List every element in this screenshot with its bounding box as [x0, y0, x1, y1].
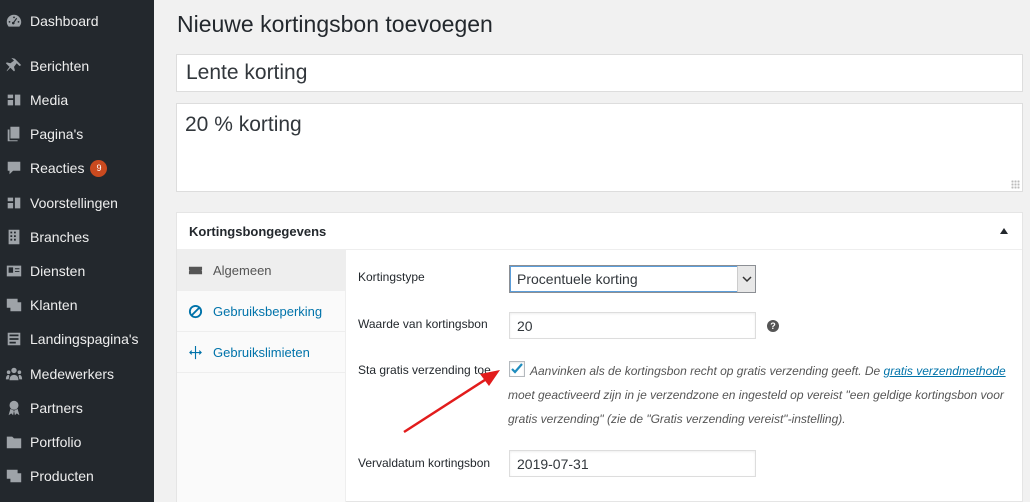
- discount-type-select[interactable]: Procentuele korting: [509, 265, 756, 293]
- help-icon[interactable]: ?: [767, 320, 779, 332]
- sidebar-item-label: Reacties: [30, 160, 85, 176]
- pages-icon: [4, 124, 24, 144]
- sidebar-item-paginas[interactable]: Pagina's: [0, 117, 154, 151]
- media-icon: [4, 193, 24, 213]
- sidebar-item-partners[interactable]: Partners: [0, 391, 154, 425]
- coupon-description-text: 20 % korting: [185, 113, 302, 136]
- sidebar-item-label: Medewerkers: [30, 366, 115, 382]
- sidebar-item-berichten[interactable]: Berichten: [0, 49, 154, 83]
- comment-count-badge: 9: [90, 159, 108, 177]
- admin-sidebar: Dashboard Berichten Media Pagina's React…: [0, 0, 154, 502]
- coupon-data-panel: Kortingsbongegevens Algemeen Gebruiksbep…: [176, 212, 1023, 502]
- sidebar-item-dashboard[interactable]: Dashboard: [0, 4, 154, 38]
- free-shipping-label: Sta gratis verzending toe: [358, 363, 491, 377]
- tab-label: Gebruiksbeperking: [213, 303, 323, 319]
- sidebar-item-label: Producten: [30, 468, 94, 484]
- sidebar-item-label: Diensten: [30, 263, 86, 279]
- arrows-icon: [187, 344, 203, 360]
- sidebar-item-label: Landingspagina's: [30, 331, 139, 347]
- sidebar-item-media[interactable]: Media: [0, 83, 154, 117]
- panel-title: Kortingsbongegevens: [189, 223, 327, 239]
- award-icon: [4, 398, 24, 418]
- coupon-amount-input[interactable]: 20: [509, 312, 756, 339]
- expiry-date-label: Vervaldatum kortingsbon: [358, 456, 491, 470]
- coupon-tabs: Algemeen Gebruiksbeperking Gebruikslimie…: [177, 250, 346, 502]
- free-shipping-method-link[interactable]: gratis verzendmethode: [884, 364, 1006, 378]
- folder-icon: [4, 432, 24, 452]
- free-shipping-description: Aanvinken als de kortingsbon recht op gr…: [508, 364, 1006, 426]
- building-icon: [4, 227, 24, 247]
- tab-algemeen[interactable]: Algemeen: [177, 250, 345, 291]
- sidebar-item-producten[interactable]: Producten: [0, 459, 154, 493]
- dashboard-icon: [4, 11, 24, 31]
- panel-header[interactable]: Kortingsbongegevens: [177, 213, 1022, 250]
- images-icon: [4, 466, 24, 486]
- sidebar-item-label: Klanten: [30, 297, 78, 313]
- sidebar-item-label: Berichten: [30, 58, 90, 74]
- sidebar-item-label: Pagina's: [30, 126, 84, 142]
- comment-icon: [4, 158, 24, 178]
- chevron-down-icon: [737, 266, 755, 292]
- coupon-amount-label: Waarde van kortingsbon: [358, 317, 488, 331]
- sidebar-item-medewerkers[interactable]: Medewerkers: [0, 357, 154, 391]
- sidebar-item-label: Portfolio: [30, 434, 82, 450]
- sidebar-item-portfolio[interactable]: Portfolio: [0, 425, 154, 459]
- collapse-toggle-icon[interactable]: [1000, 228, 1008, 234]
- tab-gebruikslimieten[interactable]: Gebruikslimieten: [177, 332, 345, 373]
- tab-label: Algemeen: [213, 262, 272, 278]
- block-icon: [187, 303, 203, 319]
- sidebar-item-diensten[interactable]: Diensten: [0, 254, 154, 288]
- sidebar-item-label: Branches: [30, 229, 90, 245]
- tab-gebruiksbeperking[interactable]: Gebruiksbeperking: [177, 291, 345, 332]
- ticket-icon: [187, 262, 203, 278]
- sidebar-item-klanten[interactable]: Klanten: [0, 288, 154, 322]
- coupon-description-textarea[interactable]: 20 % korting: [176, 103, 1023, 192]
- sidebar-item-label: Partners: [30, 400, 83, 416]
- sidebar-item-branches[interactable]: Branches: [0, 220, 154, 254]
- list-icon: [4, 329, 24, 349]
- sidebar-item-reacties[interactable]: Reacties 9: [0, 151, 154, 185]
- page-title: Nieuwe kortingsbon toevoegen: [177, 11, 493, 37]
- sidebar-item-label: Voorstellingen: [30, 195, 118, 211]
- sidebar-item-landingspaginas[interactable]: Landingspagina's: [0, 322, 154, 356]
- sidebar-item-label: Media: [30, 92, 69, 108]
- discount-type-label: Kortingstype: [358, 270, 425, 284]
- resize-handle-icon[interactable]: [1011, 180, 1020, 189]
- coupon-code-input[interactable]: Lente korting: [176, 54, 1023, 92]
- id-card-icon: [4, 261, 24, 281]
- media-icon: [4, 90, 24, 110]
- expiry-date-input[interactable]: 2019-07-31: [509, 450, 756, 477]
- sidebar-item-label: Dashboard: [30, 13, 99, 29]
- pin-icon: [4, 56, 24, 76]
- discount-type-value: Procentuele korting: [517, 271, 638, 287]
- sidebar-item-voorstellingen[interactable]: Voorstellingen: [0, 186, 154, 220]
- groups-icon: [4, 364, 24, 384]
- tab-label: Gebruikslimieten: [213, 344, 310, 360]
- images-icon: [4, 295, 24, 315]
